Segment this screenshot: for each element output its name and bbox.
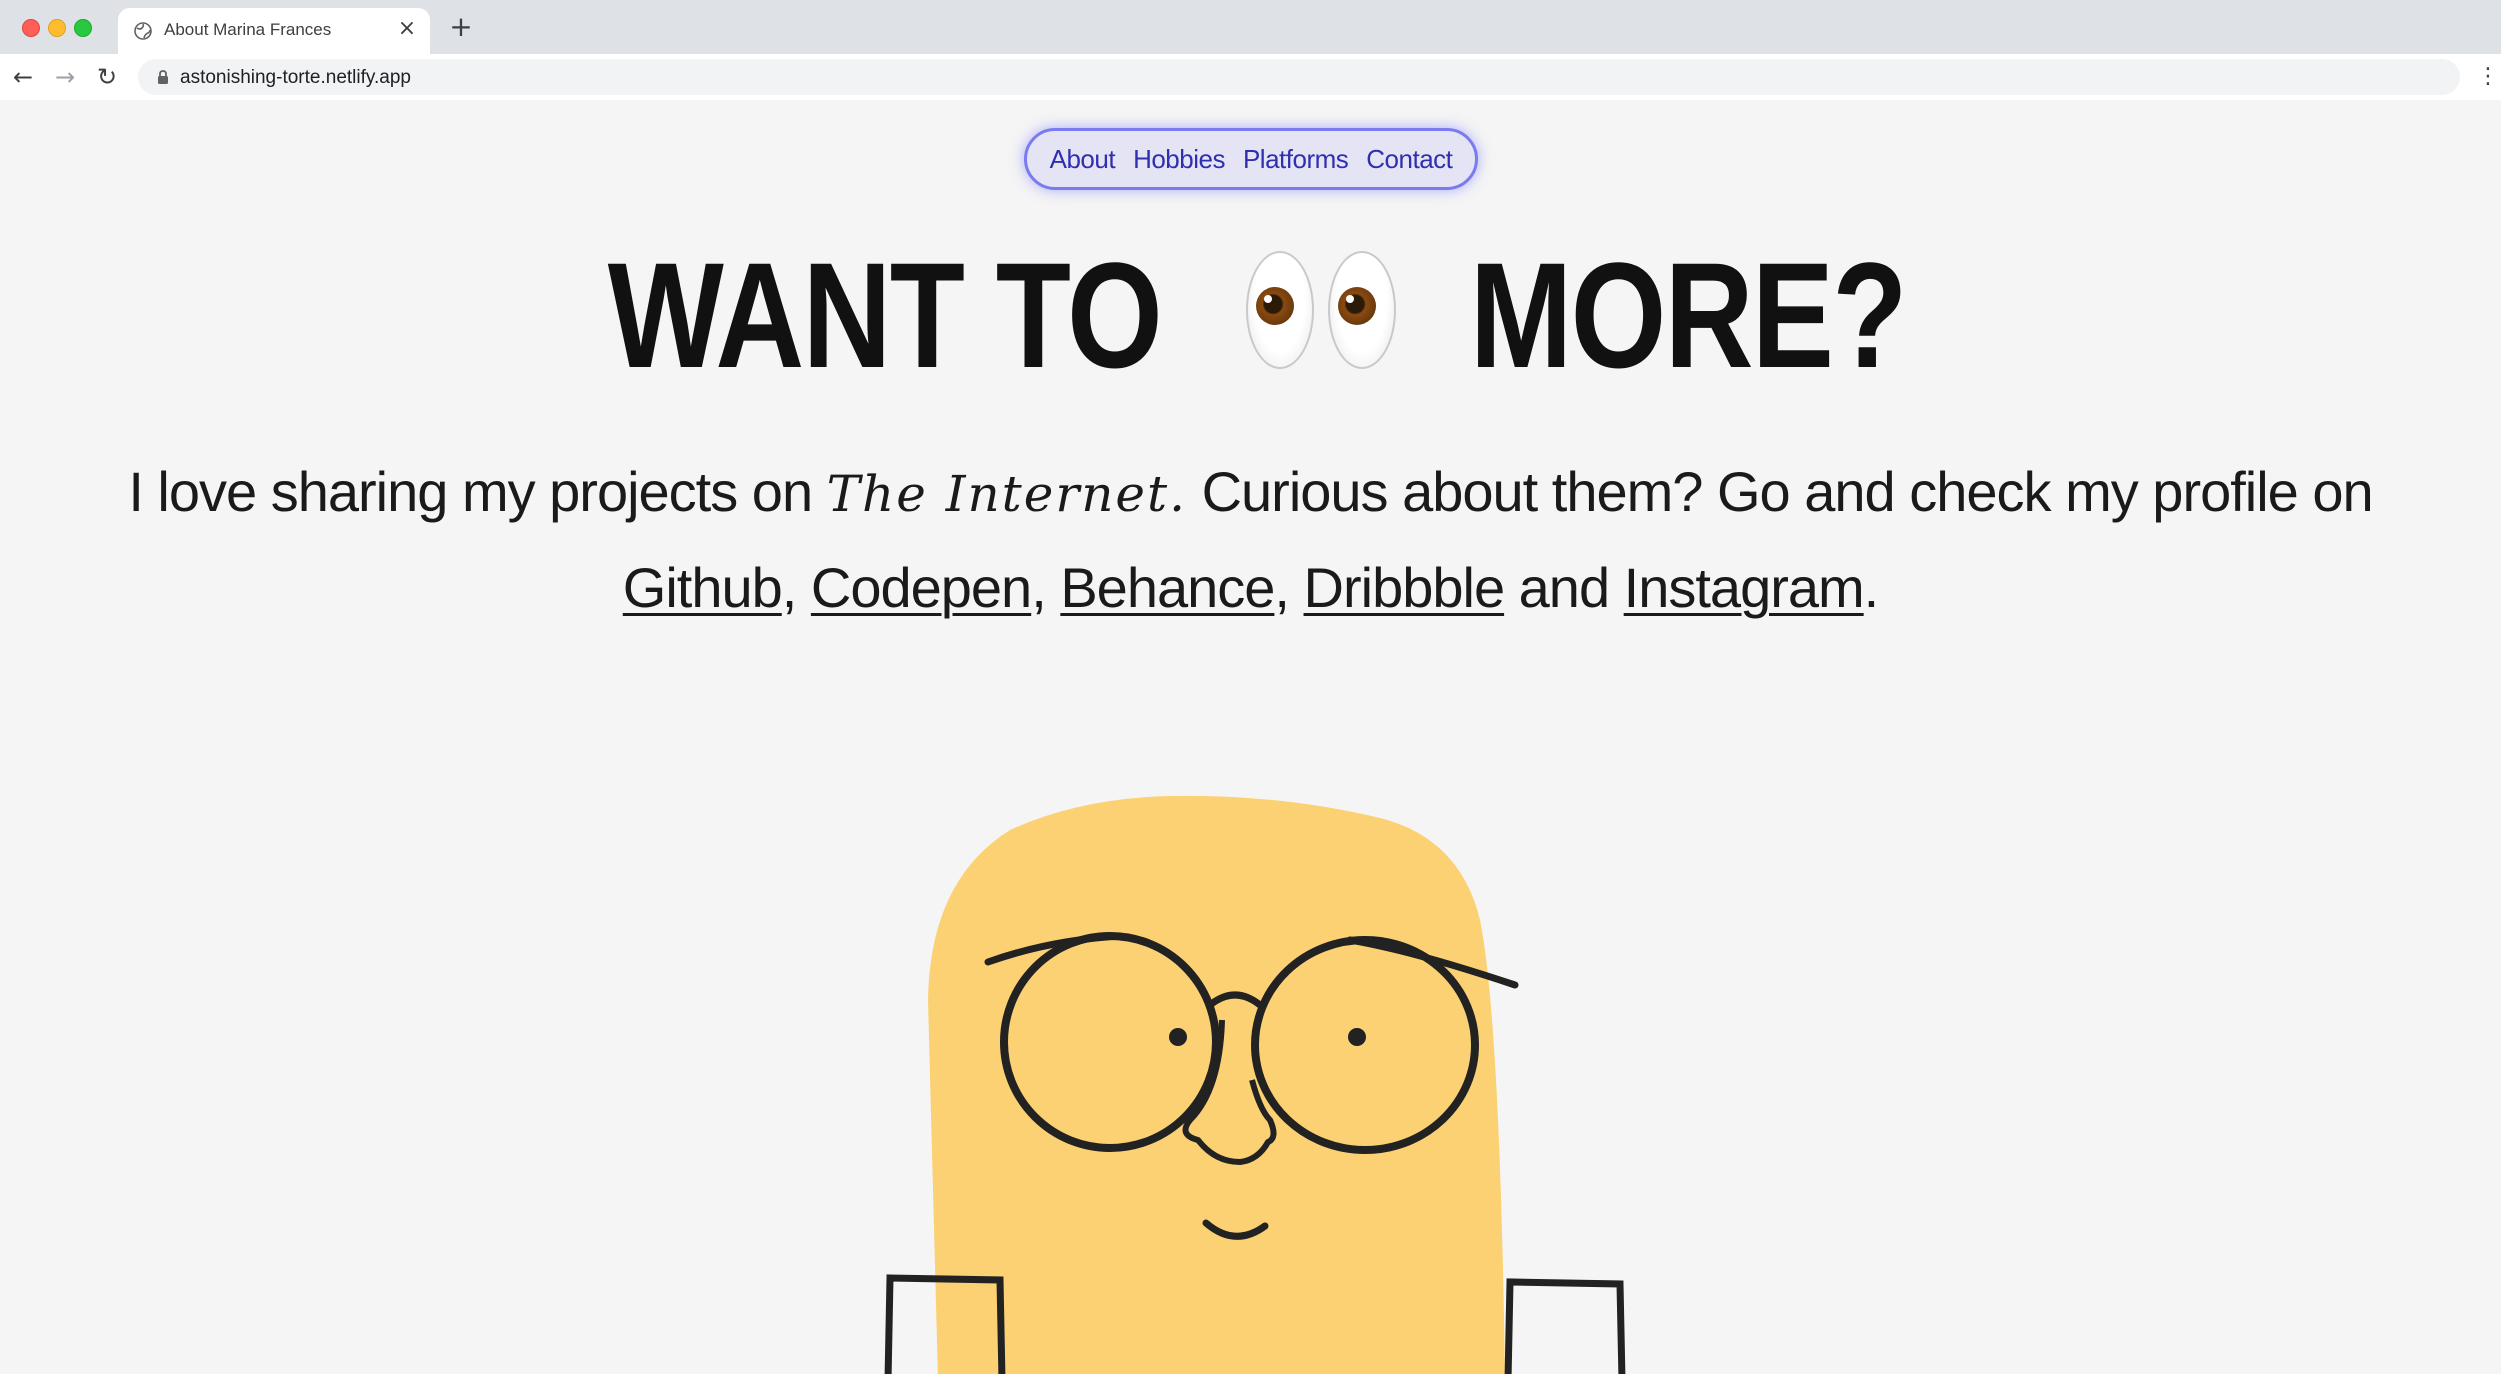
- codepen-link[interactable]: Codepen: [811, 556, 1032, 619]
- browser-chrome: About Marina Frances × + ← → ↻ astonishi…: [0, 0, 2501, 101]
- tab-strip: About Marina Frances × +: [0, 0, 2501, 54]
- back-arrow-icon[interactable]: ←: [8, 62, 38, 92]
- headline-end: MORE?: [1469, 231, 1908, 399]
- period-text: .: [1863, 556, 1880, 619]
- behance-link[interactable]: Behance: [1060, 556, 1275, 619]
- right-eye-icon: [1328, 251, 1397, 369]
- address-bar[interactable]: astonishing-torte.netlify.app: [138, 59, 2460, 95]
- nav-link-about[interactable]: About: [1050, 144, 1116, 175]
- new-tab-button[interactable]: +: [448, 13, 474, 41]
- page-title: WANT TO MORE?: [0, 235, 2501, 395]
- minimize-window-button[interactable]: [48, 19, 66, 37]
- site-nav: About Hobbies Platforms Contact: [1024, 128, 1478, 190]
- eyes-emoji-icon: [1244, 245, 1400, 375]
- browser-tab[interactable]: About Marina Frances ×: [118, 8, 430, 54]
- nav-link-contact[interactable]: Contact: [1366, 144, 1453, 175]
- close-window-button[interactable]: [22, 19, 40, 37]
- forward-arrow-icon[interactable]: →: [50, 62, 80, 92]
- page-content: About Hobbies Platforms Contact WANT TO …: [0, 100, 2501, 1374]
- url-text: astonishing-torte.netlify.app: [180, 67, 411, 88]
- intro-text-2: Curious about them? Go and check my prof…: [1201, 460, 2374, 523]
- tab-title: About Marina Frances: [164, 20, 332, 39]
- maximize-window-button[interactable]: [74, 19, 92, 37]
- dribbble-link[interactable]: Dribbble: [1304, 556, 1506, 619]
- right-arm-outline: [1504, 1278, 1626, 1374]
- lock-icon: [158, 70, 168, 84]
- browser-toolbar: ← → ↻ astonishing-torte.netlify.app ⋮: [0, 54, 2501, 101]
- headline-start: WANT TO: [607, 231, 1163, 399]
- github-link[interactable]: Github: [623, 556, 783, 619]
- left-pupil: [1169, 1028, 1187, 1046]
- intro-paragraph: I love sharing my projects on The Intern…: [128, 460, 2374, 619]
- intro-text-1: I love sharing my projects on: [128, 460, 813, 523]
- close-tab-icon[interactable]: ×: [396, 18, 418, 40]
- nav-link-platforms[interactable]: Platforms: [1243, 144, 1349, 175]
- more-menu-icon[interactable]: ⋮: [2477, 62, 2499, 92]
- character-illustration: [884, 795, 1626, 1374]
- the-internet-text: The Internet.: [826, 465, 1188, 523]
- reload-icon[interactable]: ↻: [92, 62, 122, 92]
- right-pupil: [1348, 1028, 1366, 1046]
- and-text: and: [1518, 556, 1610, 619]
- nav-link-hobbies[interactable]: Hobbies: [1133, 144, 1225, 175]
- globe-icon: [134, 22, 152, 40]
- left-eye-icon: [1246, 251, 1315, 369]
- instagram-link[interactable]: Instagram: [1624, 556, 1865, 619]
